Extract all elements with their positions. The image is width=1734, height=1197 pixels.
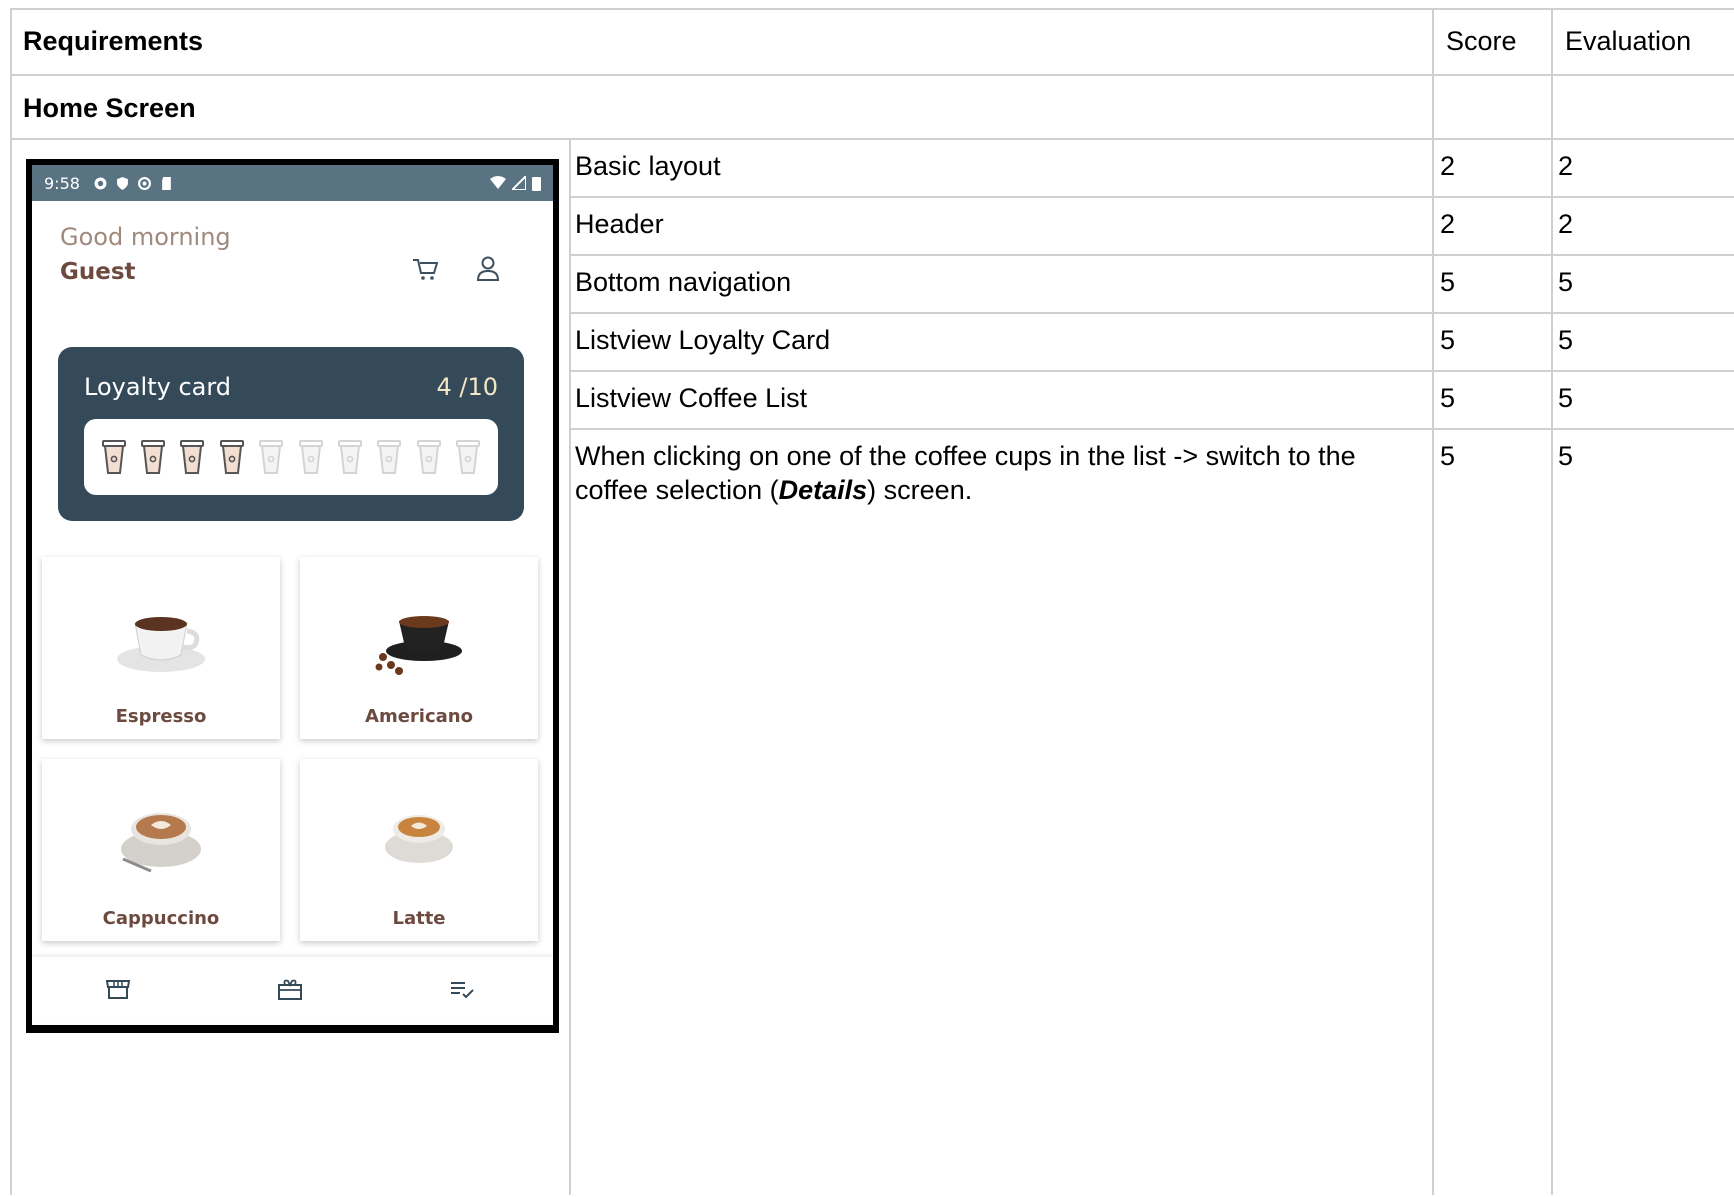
order-list-icon[interactable] bbox=[448, 975, 476, 1003]
requirement-text: Bottom navigation bbox=[575, 267, 792, 297]
phone-screenshot: 9:58 Good morning Guest Loyalty card 4 /… bbox=[26, 159, 559, 1033]
score-value: 5 bbox=[1440, 441, 1456, 471]
loyalty-cup-filled-icon bbox=[219, 440, 244, 474]
score-value: 5 bbox=[1440, 325, 1456, 355]
score-value: 5 bbox=[1440, 383, 1456, 413]
evaluation-value: 5 bbox=[1558, 267, 1574, 297]
requirement-text-part: ) screen. bbox=[867, 475, 973, 505]
coffee-name: Americano bbox=[365, 706, 473, 727]
at-icon bbox=[137, 176, 151, 190]
requirement-text-line1: When clicking on one of the coffee cups … bbox=[575, 441, 1356, 471]
requirement-text-part: coffee selection ( bbox=[575, 475, 779, 505]
evaluation-value: 5 bbox=[1558, 383, 1574, 413]
table-border-top bbox=[10, 8, 1734, 10]
loyalty-count: 4 /10 bbox=[436, 373, 498, 401]
status-time: 9:58 bbox=[44, 173, 80, 193]
sd-card-icon bbox=[162, 176, 171, 190]
requirement-text: Listview Loyalty Card bbox=[575, 325, 831, 355]
table-divider bbox=[10, 74, 1734, 76]
loyalty-cup-empty-icon bbox=[298, 440, 323, 474]
shield-icon bbox=[117, 176, 128, 190]
table-divider bbox=[569, 370, 1734, 372]
requirement-text: Header bbox=[575, 209, 664, 239]
section-title: Home Screen bbox=[23, 93, 196, 123]
espresso-image bbox=[117, 617, 205, 672]
score-value: 2 bbox=[1440, 151, 1456, 181]
details-emphasis: Details bbox=[778, 475, 868, 505]
loyalty-cup-filled-icon bbox=[141, 440, 166, 474]
evaluation-value: 2 bbox=[1558, 151, 1574, 181]
loyalty-cup-filled-icon bbox=[180, 440, 205, 474]
loyalty-cup-empty-icon bbox=[338, 440, 363, 474]
loyalty-title: Loyalty card bbox=[84, 373, 232, 401]
latte-image bbox=[385, 815, 453, 863]
user-name: Guest bbox=[60, 259, 136, 285]
signal-icon bbox=[512, 176, 526, 190]
requirement-text-line2: coffee selection (Details) screen. bbox=[575, 473, 972, 507]
coffee-name: Cappuccino bbox=[102, 908, 220, 929]
header-evaluation: Evaluation bbox=[1565, 26, 1692, 56]
americano-image bbox=[375, 616, 462, 675]
loyalty-cup-empty-icon bbox=[259, 440, 284, 474]
score-value: 2 bbox=[1440, 209, 1456, 239]
requirement-text: Listview Coffee List bbox=[575, 383, 808, 413]
loyalty-cups bbox=[84, 419, 498, 495]
loyalty-card[interactable]: Loyalty card 4 /10 bbox=[58, 347, 524, 521]
coffee-tile-cappuccino[interactable]: Cappuccino bbox=[42, 759, 280, 941]
cart-icon[interactable] bbox=[410, 253, 442, 285]
score-value: 5 bbox=[1440, 267, 1456, 297]
header-requirements: Requirements bbox=[23, 26, 204, 56]
table-divider bbox=[569, 312, 1734, 314]
table-divider bbox=[569, 254, 1734, 256]
wifi-icon bbox=[490, 176, 506, 189]
coffee-tile-americano[interactable]: Americano bbox=[300, 557, 538, 739]
table-divider bbox=[10, 138, 1734, 140]
profile-icon[interactable] bbox=[472, 253, 504, 285]
requirement-text: Basic layout bbox=[575, 151, 721, 181]
loyalty-cup-empty-icon bbox=[377, 440, 402, 474]
coffee-tile-latte[interactable]: Latte bbox=[300, 759, 538, 941]
store-icon[interactable] bbox=[104, 975, 132, 1003]
bottom-navigation bbox=[32, 957, 553, 1021]
phone-screen: 9:58 Good morning Guest Loyalty card 4 /… bbox=[32, 165, 553, 1025]
loyalty-cup-filled-icon bbox=[101, 440, 126, 474]
table-col-divider bbox=[569, 138, 571, 1195]
table-col-divider bbox=[1432, 8, 1434, 1195]
coffee-tile-espresso[interactable]: Espresso bbox=[42, 557, 280, 739]
coffee-name: Latte bbox=[392, 908, 446, 929]
loyalty-cup-empty-icon bbox=[456, 440, 481, 474]
table-divider bbox=[569, 428, 1734, 430]
battery-icon bbox=[532, 176, 541, 191]
table-divider bbox=[569, 196, 1734, 198]
gift-icon[interactable] bbox=[276, 975, 304, 1003]
header-score: Score bbox=[1446, 26, 1517, 56]
loyalty-cup-empty-icon bbox=[416, 440, 441, 474]
evaluation-value: 5 bbox=[1558, 325, 1574, 355]
evaluation-value: 5 bbox=[1558, 441, 1574, 471]
coffee-name: Espresso bbox=[115, 706, 207, 727]
settings-icon bbox=[94, 177, 107, 189]
greeting-text: Good morning bbox=[60, 223, 231, 251]
evaluation-value: 2 bbox=[1558, 209, 1574, 239]
cappuccino-image bbox=[121, 813, 201, 873]
table-col-divider bbox=[1551, 8, 1553, 1195]
table-border-left bbox=[10, 8, 12, 1195]
status-bar: 9:58 bbox=[32, 165, 553, 201]
